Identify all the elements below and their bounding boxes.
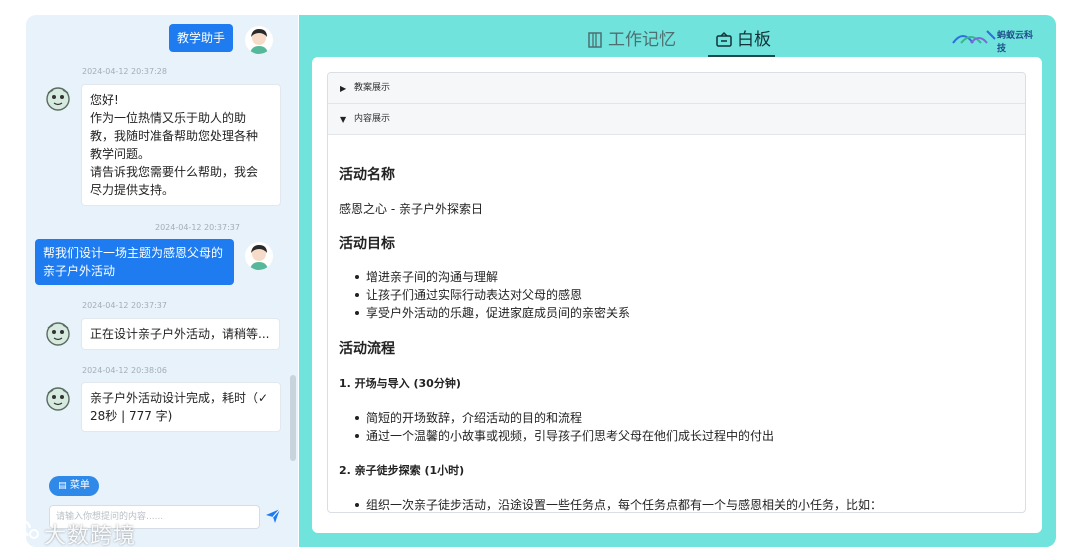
send-icon[interactable] xyxy=(264,507,282,525)
watermark-text: 大数跨境 xyxy=(44,524,137,549)
list-item: 享受户外活动的乐趣，促进家庭成员间的亲密关系 xyxy=(354,306,631,320)
message-line: 您好! xyxy=(90,93,119,107)
bot-message: 亲子户外活动设计完成，耗时（✓ 28秒 | 777 字) xyxy=(81,382,281,432)
chat-panel: 2024-04-12 20:37:21 教学助手 2024-04-12 20:3… xyxy=(26,15,298,547)
tab-label: 工作记忆 xyxy=(608,30,676,50)
section-lesson-plan[interactable]: ▶ 教案展示 xyxy=(328,73,1025,104)
message-line: 正在设计亲子户外活动，请稍等... xyxy=(90,327,270,341)
message-line: 亲子户外活动 xyxy=(43,264,116,278)
caret-right-icon: ▶ xyxy=(340,84,347,93)
message-timestamp: 2024-04-12 20:37:21 xyxy=(154,15,239,17)
bot-message: 正在设计亲子户外活动，请稍等... xyxy=(81,318,280,350)
section-label: 内容展示 xyxy=(354,114,391,124)
section-content-display[interactable]: ▼ 内容展示 xyxy=(328,104,1025,135)
activity-name: 感恩之心 - 亲子户外探索日 xyxy=(339,202,483,216)
flow-heading: 活动流程 xyxy=(339,341,395,357)
message-timestamp: 2024-04-12 20:37:37 xyxy=(82,301,167,310)
message-line: 教学问题。 xyxy=(90,147,151,161)
tab-work-memory[interactable]: 工作记忆 xyxy=(586,25,676,55)
section-label: 教案展示 xyxy=(354,83,391,93)
menu-button-label: 菜单 xyxy=(69,480,90,491)
watermark: 大数跨境 xyxy=(8,519,136,549)
lesson-card: ▶ 教案展示 ▼ 内容展示 活动名称 感恩之心 - 亲子户外探索日 活动目标 增… xyxy=(327,72,1026,513)
step-heading: 1. 开场与导入 (30分钟) xyxy=(339,377,461,390)
notebook-icon xyxy=(586,31,604,49)
message-line: 28秒 | 777 字) xyxy=(90,409,173,423)
whiteboard-content: ▶ 教案展示 ▼ 内容展示 活动名称 感恩之心 - 亲子户外探索日 活动目标 增… xyxy=(312,57,1042,533)
list-item: 简短的开场致辞，介绍活动的目的和流程 xyxy=(354,411,583,425)
message-timestamp: 2024-04-12 20:38:06 xyxy=(82,366,167,375)
message-timestamp: 2024-04-12 20:37:37 xyxy=(155,223,240,232)
list-item: 组织一次亲子徒步活动，沿途设置一些任务点，每个任务点都有一个与感恩相关的小任务，… xyxy=(354,498,883,512)
user-avatar xyxy=(245,26,273,54)
app-window: 2024-04-12 20:37:21 教学助手 2024-04-12 20:3… xyxy=(26,15,1056,547)
user-avatar xyxy=(245,242,273,270)
list-item: 通过一个温馨的小故事或视频，引导孩子们思考父母在他们成长过程中的付出 xyxy=(354,429,775,443)
bot-avatar xyxy=(44,320,72,348)
chat-scrollbar[interactable] xyxy=(290,375,296,461)
list-item: 让孩子们通过实际行动表达对父母的感恩 xyxy=(354,288,583,302)
whiteboard-panel: 工作记忆 白板 蚂蚁云科技 ▶ 教案展示 ▼ 内容展示 活动名称 感恩之心 - … xyxy=(299,15,1056,547)
message-line: 尽力提供支持。 xyxy=(90,183,175,197)
message-text: 教学助手 xyxy=(177,31,226,45)
message-line: 教，我随时准备帮助您处理各种 xyxy=(90,129,259,143)
message-line: 亲子户外活动设计完成，耗时（✓ xyxy=(90,391,269,405)
content-body[interactable]: 活动名称 感恩之心 - 亲子户外探索日 活动目标 增进亲子间的沟通与理解 让孩子… xyxy=(339,145,1015,512)
tab-whiteboard[interactable]: 白板 xyxy=(715,25,771,55)
menu-button[interactable]: ▤ 菜单 xyxy=(49,476,99,496)
chat-history[interactable]: 2024-04-12 20:37:21 教学助手 2024-04-12 20:3… xyxy=(26,15,298,461)
menu-icon: ▤ xyxy=(58,481,67,491)
list-item: 增进亲子间的沟通与理解 xyxy=(354,270,499,284)
user-message: 帮我们设计一场主题为感恩父母的 亲子户外活动 xyxy=(35,239,234,285)
watermark-logo-icon xyxy=(8,518,40,550)
tab-label: 白板 xyxy=(737,30,771,50)
message-timestamp: 2024-04-12 20:37:28 xyxy=(82,67,167,76)
company-logo: 蚂蚁云科技 xyxy=(951,27,1041,54)
activity-name-heading: 活动名称 xyxy=(339,167,395,183)
user-message: 教学助手 xyxy=(169,24,234,52)
bot-avatar xyxy=(44,85,72,113)
logo-text: 蚂蚁云科技 xyxy=(997,31,1034,54)
caret-down-icon: ▼ xyxy=(340,115,347,124)
step-heading: 2. 亲子徒步探索 (1小时) xyxy=(339,464,465,477)
bot-avatar xyxy=(44,385,72,413)
message-line: 作为一位热情又乐于助人的助 xyxy=(90,111,247,125)
message-line: 帮我们设计一场主题为感恩父母的 xyxy=(43,246,224,260)
message-line: 请告诉我您需要什么帮助，我会 xyxy=(90,165,259,179)
goal-heading: 活动目标 xyxy=(339,236,395,252)
whiteboard-icon xyxy=(715,31,733,49)
bot-message: 您好! 作为一位热情又乐于助人的助 教，我随时准备帮助您处理各种 教学问题。 请… xyxy=(81,84,281,206)
